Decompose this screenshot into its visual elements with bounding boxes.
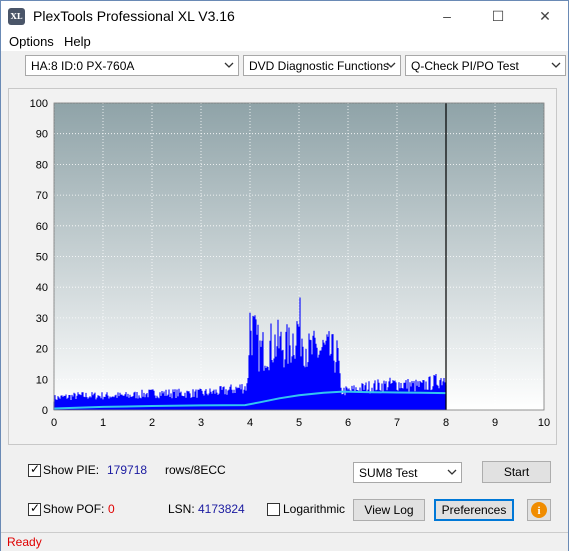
logarithmic-checkbox[interactable] [267, 503, 280, 516]
show-pie-checkbox[interactable]: ✓ [28, 462, 41, 477]
toolbar: HA:8 ID:0 PX-760A DVD Diagnostic Functio… [1, 51, 568, 83]
x-tick-label: 7 [394, 417, 400, 429]
window-title: PlexTools Professional XL V3.16 [33, 8, 235, 24]
close-button[interactable]: ✕ [522, 1, 568, 31]
sum8-select-value: SUM8 Test [359, 466, 418, 480]
test-select[interactable]: Q-Check PI/PO Test [405, 55, 566, 76]
start-button[interactable]: Start [482, 461, 551, 483]
test-select-value: Q-Check PI/PO Test [411, 59, 519, 73]
view-log-button[interactable]: View Log [353, 499, 425, 521]
chart-panel: 0 1 2 3 4 5 6 7 8 9 10 100 90 80 70 60 50 40 30 20 10 0 [8, 88, 557, 445]
y-tick-label: 50 [36, 252, 48, 264]
y-tick-label: 90 [36, 129, 48, 141]
lsn-value: 4173824 [198, 502, 245, 516]
info-icon: i [531, 502, 547, 518]
y-tick-label: 30 [36, 313, 48, 325]
y-tick-label: 10 [36, 374, 48, 386]
x-tick-label: 2 [149, 417, 155, 429]
y-tick-label: 100 [30, 98, 48, 110]
x-tick-label: 5 [296, 417, 302, 429]
x-tick-label: 10 [538, 417, 550, 429]
info-button[interactable]: i [527, 499, 551, 521]
y-tick-label: 0 [42, 405, 48, 417]
function-select[interactable]: DVD Diagnostic Functions [243, 55, 401, 76]
y-tick-label: 60 [36, 221, 48, 233]
lsn-label: LSN: [168, 502, 195, 516]
preferences-button[interactable]: Preferences [434, 499, 514, 521]
function-select-value: DVD Diagnostic Functions [249, 59, 390, 73]
chevron-down-icon [224, 62, 234, 68]
y-tick-label: 40 [36, 282, 48, 294]
menu-help[interactable]: Help [64, 34, 91, 49]
pi-po-chart: 0 1 2 3 4 5 6 7 8 9 101009080706050403020100 [30, 98, 550, 429]
chevron-down-icon [386, 62, 396, 68]
chevron-down-icon [447, 469, 457, 475]
pie-value: 179718 [107, 463, 148, 477]
rows-label: rows/8ECC [165, 463, 226, 477]
maximize-button[interactable]: ☐ [475, 1, 521, 31]
title-bar: XL PlexTools Professional XL V3.16 – ☐ ✕ [1, 1, 568, 31]
logarithmic-label: Logarithmic [283, 502, 346, 516]
show-pie-label: Show PIE: [43, 463, 100, 477]
x-tick-label: 8 [443, 417, 449, 429]
minimize-button[interactable]: – [424, 1, 470, 31]
menu-options[interactable]: Options [9, 34, 54, 49]
sum8-select[interactable]: SUM8 Test [353, 462, 462, 483]
device-select[interactable]: HA:8 ID:0 PX-760A [25, 55, 239, 76]
x-tick-label: 0 [51, 417, 57, 429]
show-pof-label: Show POF: [43, 502, 105, 516]
checkmark-icon: ✓ [30, 501, 41, 515]
status-bar: Ready [1, 532, 568, 551]
x-tick-label: 9 [492, 417, 498, 429]
device-select-value: HA:8 ID:0 PX-760A [31, 59, 135, 73]
y-tick-label: 20 [36, 344, 48, 356]
x-tick-label: 3 [198, 417, 204, 429]
x-tick-label: 6 [345, 417, 351, 429]
pof-value: 0 [108, 502, 115, 516]
control-panel: ✓ Show PIE: 179718 rows/8ECC ✓ Show POF:… [8, 453, 557, 528]
menu-bar: Options Help [1, 31, 568, 51]
app-logo-icon: XL [8, 8, 25, 25]
app-window: XL PlexTools Professional XL V3.16 – ☐ ✕… [0, 0, 569, 551]
checkmark-icon: ✓ [30, 462, 41, 476]
status-text: Ready [7, 535, 42, 549]
info-glyph: i [537, 505, 540, 517]
x-tick-label: 4 [247, 417, 253, 429]
chevron-down-icon [551, 62, 561, 68]
y-tick-label: 80 [36, 159, 48, 171]
y-tick-label: 70 [36, 190, 48, 202]
x-tick-label: 1 [100, 417, 106, 429]
show-pof-checkbox[interactable]: ✓ [28, 501, 41, 516]
